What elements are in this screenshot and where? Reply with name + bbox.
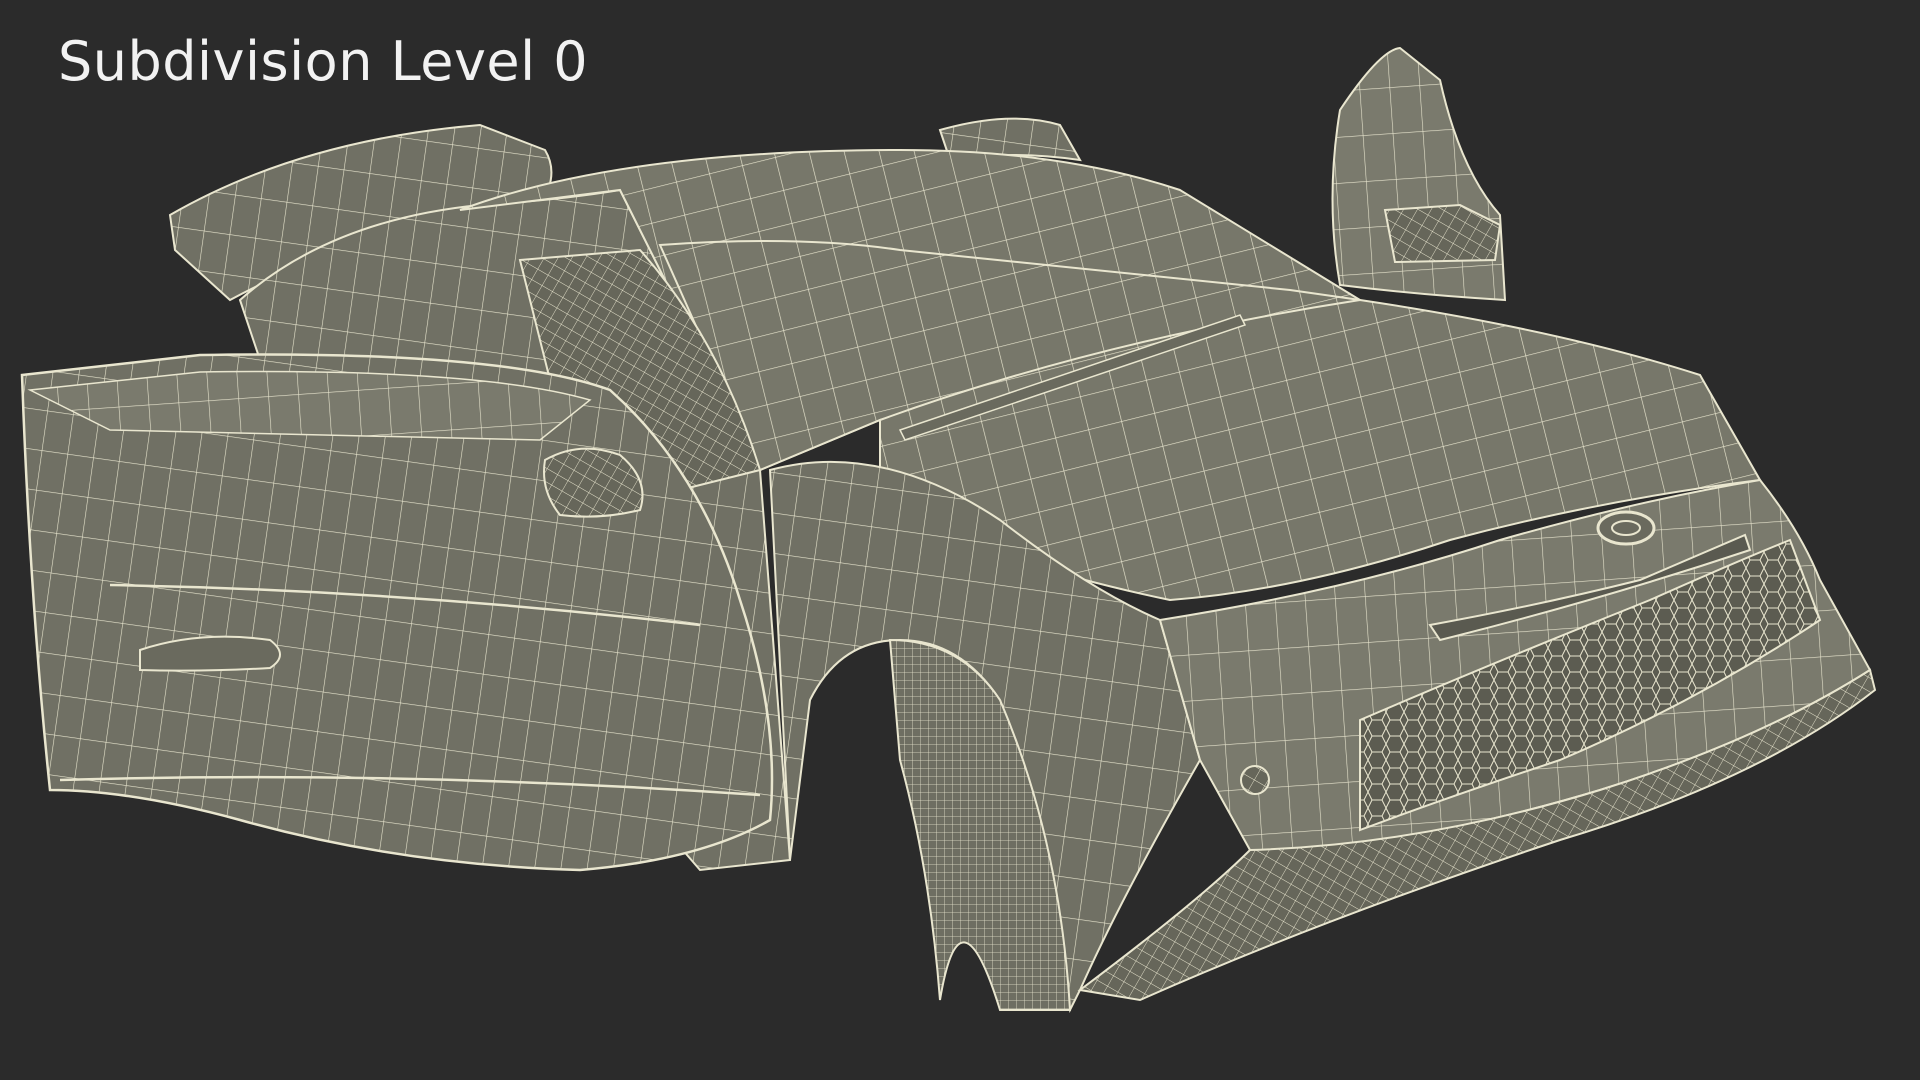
render-viewport: Subdivision Level 0 (0, 0, 1920, 1080)
car-wireframe-model (20, 46, 1877, 1014)
open-hatch-panel (1331, 46, 1507, 302)
subdivision-level-caption: Subdivision Level 0 (58, 30, 589, 93)
